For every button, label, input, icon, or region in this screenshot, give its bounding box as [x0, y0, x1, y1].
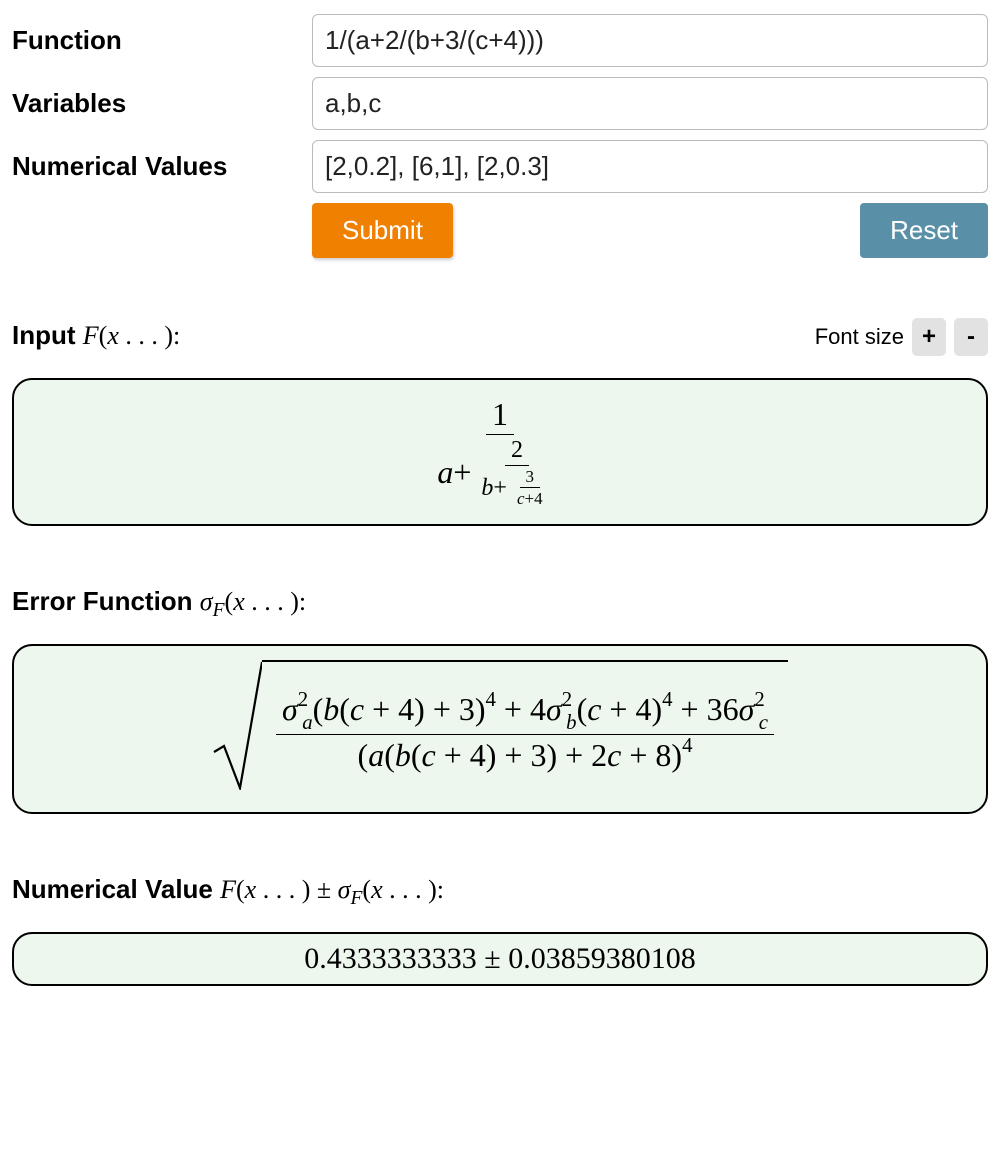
reset-button[interactable]: Reset	[860, 203, 988, 258]
fontsize-label: Font size	[815, 324, 904, 350]
error-formula-box: σ2a(b(c + 4) + 3)4 + 4σ2b(c + 4)4 + 36σ2…	[12, 644, 988, 814]
input-formula-box: 1 a + 2 b+ 3 c+4	[12, 378, 988, 526]
section-title-numeric: Numerical Value F(x . . . ) ± σF(x . . .…	[12, 874, 444, 910]
function-label: Function	[12, 25, 312, 56]
variables-input[interactable]	[312, 77, 988, 130]
fontsize-plus-button[interactable]: +	[912, 318, 946, 356]
submit-button[interactable]: Submit	[312, 203, 453, 258]
numvalues-label: Numerical Values	[12, 151, 312, 182]
function-input[interactable]	[312, 14, 988, 67]
variables-label: Variables	[12, 88, 312, 119]
section-title-error: Error Function σF(x . . . ):	[12, 586, 306, 622]
section-title-input: Input F(x . . . ):	[12, 320, 180, 351]
numeric-result-box: 0.4333333333 ± 0.03859380108	[12, 932, 988, 986]
sqrt-icon	[212, 660, 262, 798]
fontsize-minus-button[interactable]: -	[954, 318, 988, 356]
numvalues-input[interactable]	[312, 140, 988, 193]
